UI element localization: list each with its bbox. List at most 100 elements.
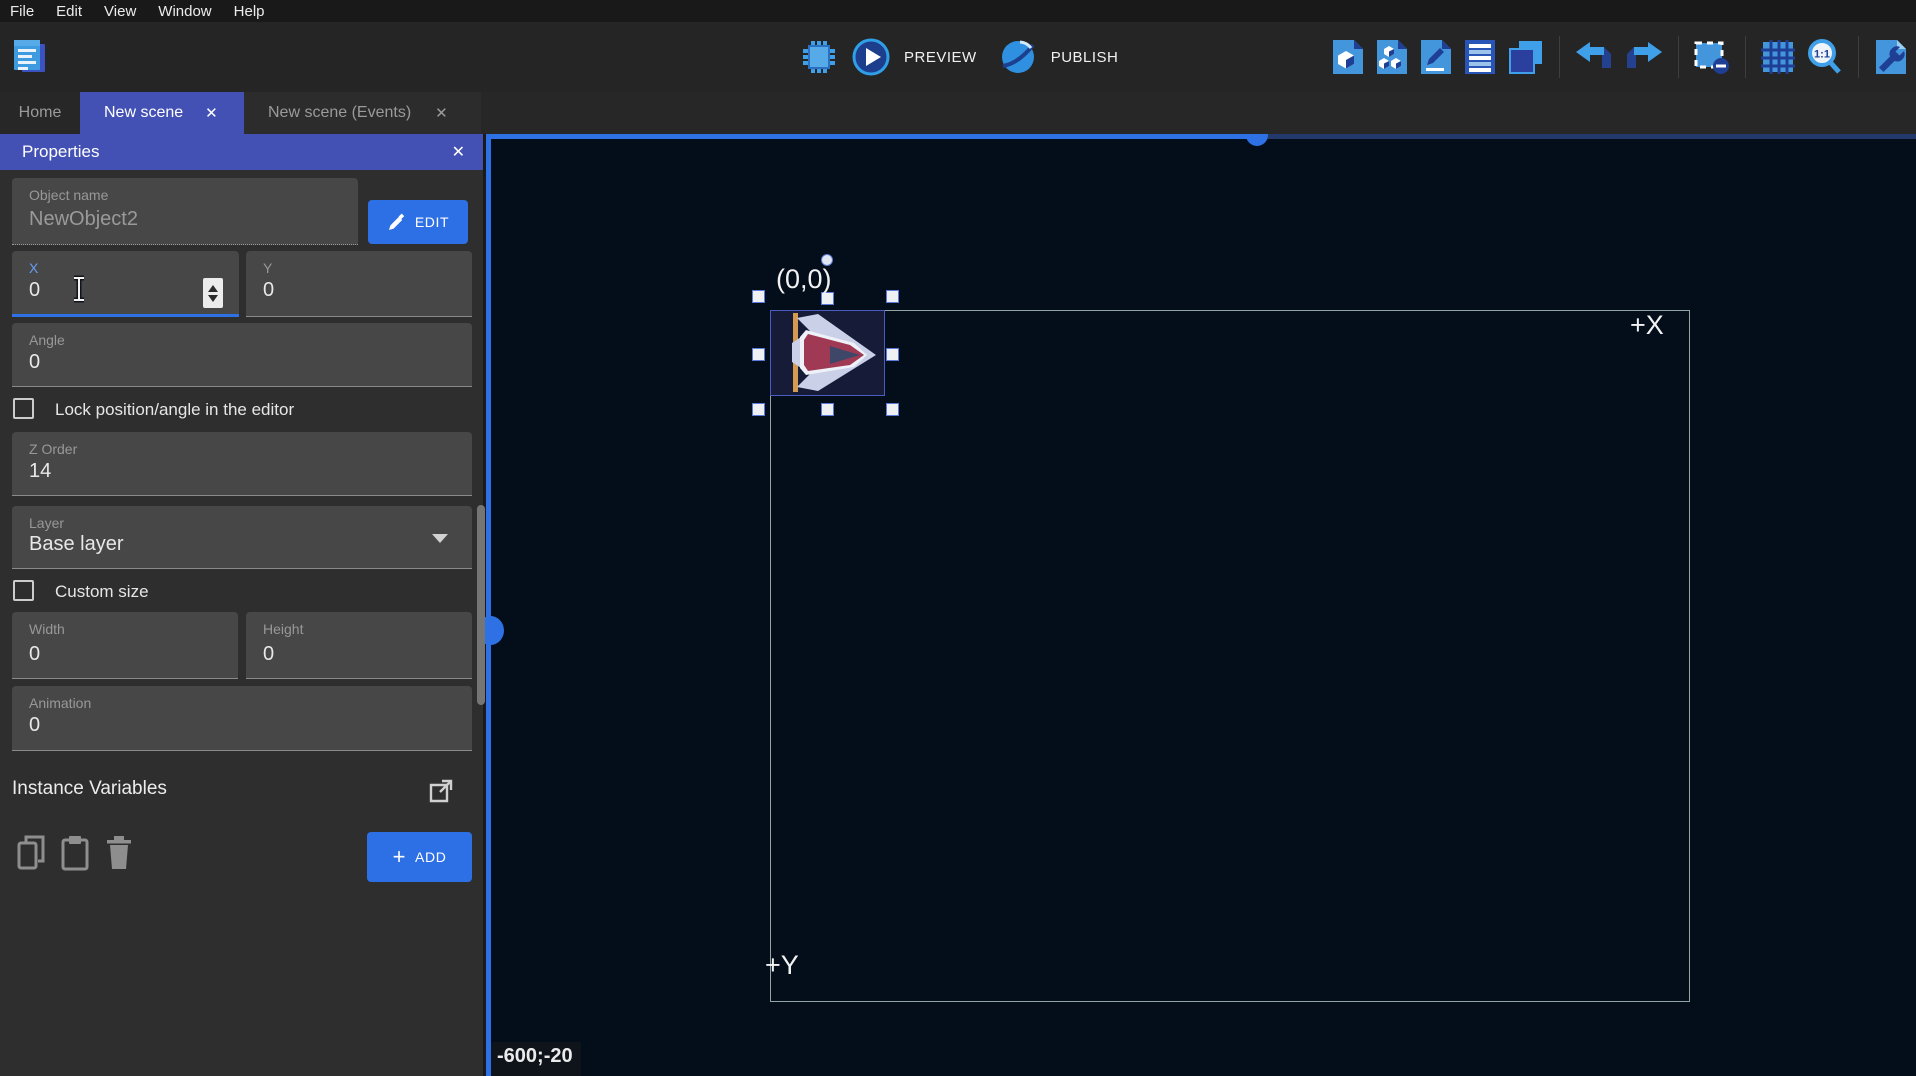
custom-size-checkbox[interactable] <box>13 580 34 601</box>
toolbar-separator <box>1678 36 1679 78</box>
panel-scrollbar-thumb[interactable] <box>477 505 485 705</box>
menu-help[interactable]: Help <box>234 3 265 20</box>
toolbar-separator <box>1745 36 1746 78</box>
instance-variables-title: Instance Variables <box>12 778 167 800</box>
layers-editor-icon[interactable] <box>1507 38 1545 76</box>
y-position-field[interactable]: Y <box>246 251 472 317</box>
object-name-field: Object name <box>12 178 358 245</box>
scene-bounds-rect <box>770 310 1690 1002</box>
height-field[interactable]: Height <box>246 612 472 679</box>
zoom-icon[interactable]: 1:1 <box>1806 38 1844 76</box>
project-manager-icon[interactable] <box>8 35 50 77</box>
tab-new-scene-events-label: New scene (Events) <box>268 104 411 122</box>
close-icon[interactable]: ✕ <box>435 106 448 121</box>
z-order-field[interactable]: Z Order <box>12 432 472 496</box>
selection-handle-mid-left[interactable] <box>752 348 765 361</box>
panel-divider[interactable] <box>486 134 491 1076</box>
grid-icon[interactable] <box>1760 39 1796 75</box>
close-icon[interactable]: ✕ <box>452 142 465 162</box>
animation-field[interactable]: Animation <box>12 686 472 751</box>
scene-settings-icon[interactable] <box>1873 38 1909 76</box>
preview-play-icon[interactable] <box>851 37 891 77</box>
properties-panel-icon[interactable] <box>1419 38 1453 76</box>
trash-icon[interactable] <box>104 834 134 872</box>
animation-input[interactable] <box>29 714 351 737</box>
gdevelop-window: File Edit View Window Help <box>0 0 1916 1076</box>
object-name-input <box>29 208 271 231</box>
open-external-icon[interactable] <box>428 778 454 804</box>
angle-field-label: Angle <box>29 332 65 348</box>
chevron-down-icon[interactable] <box>432 534 448 543</box>
object-groups-icon[interactable] <box>1375 38 1409 76</box>
edit-button-label: EDIT <box>415 214 449 230</box>
menu-file[interactable]: File <box>10 3 34 20</box>
custom-size-label: Custom size <box>55 582 149 602</box>
origin-label: (0,0) <box>776 264 832 295</box>
stepper-down-icon[interactable] <box>208 295 218 302</box>
paste-icon[interactable] <box>60 834 90 872</box>
x-position-field[interactable]: X <box>12 251 239 317</box>
animation-label: Animation <box>29 695 91 711</box>
menu-edit[interactable]: Edit <box>56 3 82 20</box>
x-position-input[interactable] <box>29 279 188 302</box>
add-variable-button[interactable]: + ADD <box>367 832 472 882</box>
add-button-label: ADD <box>415 849 446 865</box>
y-axis-label: +Y <box>765 950 799 981</box>
selection-handle-mid-right[interactable] <box>886 348 899 361</box>
tab-home[interactable]: Home <box>0 92 80 134</box>
clear-selection-icon[interactable] <box>1693 39 1731 75</box>
menu-window[interactable]: Window <box>158 3 211 20</box>
layer-select[interactable]: Layer Base layer <box>12 506 472 569</box>
svg-text:1:1: 1:1 <box>1814 49 1830 61</box>
menu-view[interactable]: View <box>104 3 136 20</box>
plus-icon: + <box>393 844 406 870</box>
main-toolbar: PREVIEW PUBLISH <box>0 22 1916 92</box>
text-cursor-icon <box>70 275 88 308</box>
instance-variables-actions <box>16 834 134 872</box>
properties-panel: Properties ✕ Object name EDIT X <box>0 134 483 1076</box>
height-input[interactable] <box>263 643 421 666</box>
toolbar-right-group: 1:1 <box>1331 22 1909 92</box>
selection-handle-top-left[interactable] <box>752 290 765 303</box>
z-order-input[interactable] <box>29 460 351 483</box>
objects-editor-icon[interactable] <box>1331 38 1365 76</box>
close-icon[interactable]: ✕ <box>205 106 218 121</box>
debugger-icon[interactable] <box>800 38 838 76</box>
tab-home-label: Home <box>19 104 62 122</box>
height-label: Height <box>263 621 303 637</box>
tab-new-scene-label: New scene <box>104 104 183 122</box>
cursor-position-readout: -600;-20 <box>491 1042 581 1076</box>
lock-position-checkbox[interactable] <box>13 398 34 419</box>
selected-sprite-instance[interactable] <box>770 310 885 396</box>
copy-icon[interactable] <box>16 834 46 872</box>
width-input[interactable] <box>29 643 187 666</box>
toolbar-center-group: PREVIEW PUBLISH <box>800 22 1118 92</box>
x-axis-label: +X <box>1630 310 1664 341</box>
tab-new-scene[interactable]: New scene ✕ <box>80 92 244 134</box>
selection-handle-top-right[interactable] <box>886 290 899 303</box>
selection-handle-bottom-mid[interactable] <box>821 403 834 416</box>
tab-new-scene-events[interactable]: New scene (Events) ✕ <box>244 92 481 134</box>
y-field-label: Y <box>263 260 272 276</box>
instances-list-icon[interactable] <box>1463 38 1497 76</box>
redo-icon[interactable] <box>1624 40 1664 74</box>
number-stepper[interactable] <box>203 278 223 308</box>
undo-icon[interactable] <box>1574 40 1614 74</box>
edit-object-button[interactable]: EDIT <box>368 200 468 244</box>
x-field-label: X <box>29 260 38 276</box>
layer-label: Layer <box>29 515 64 531</box>
angle-field[interactable]: Angle <box>12 323 472 387</box>
width-label: Width <box>29 621 65 637</box>
object-name-label: Object name <box>29 187 108 203</box>
panel-title: Properties <box>22 142 99 162</box>
canvas-top-divider <box>491 134 1248 139</box>
publish-globe-icon[interactable] <box>998 37 1038 77</box>
y-position-input[interactable] <box>263 279 421 302</box>
selection-handle-bottom-right[interactable] <box>886 403 899 416</box>
publish-button[interactable]: PUBLISH <box>1051 49 1119 66</box>
preview-button[interactable]: PREVIEW <box>904 49 977 66</box>
width-field[interactable]: Width <box>12 612 238 679</box>
angle-input[interactable] <box>29 351 351 374</box>
stepper-up-icon[interactable] <box>208 285 218 292</box>
selection-handle-bottom-left[interactable] <box>752 403 765 416</box>
